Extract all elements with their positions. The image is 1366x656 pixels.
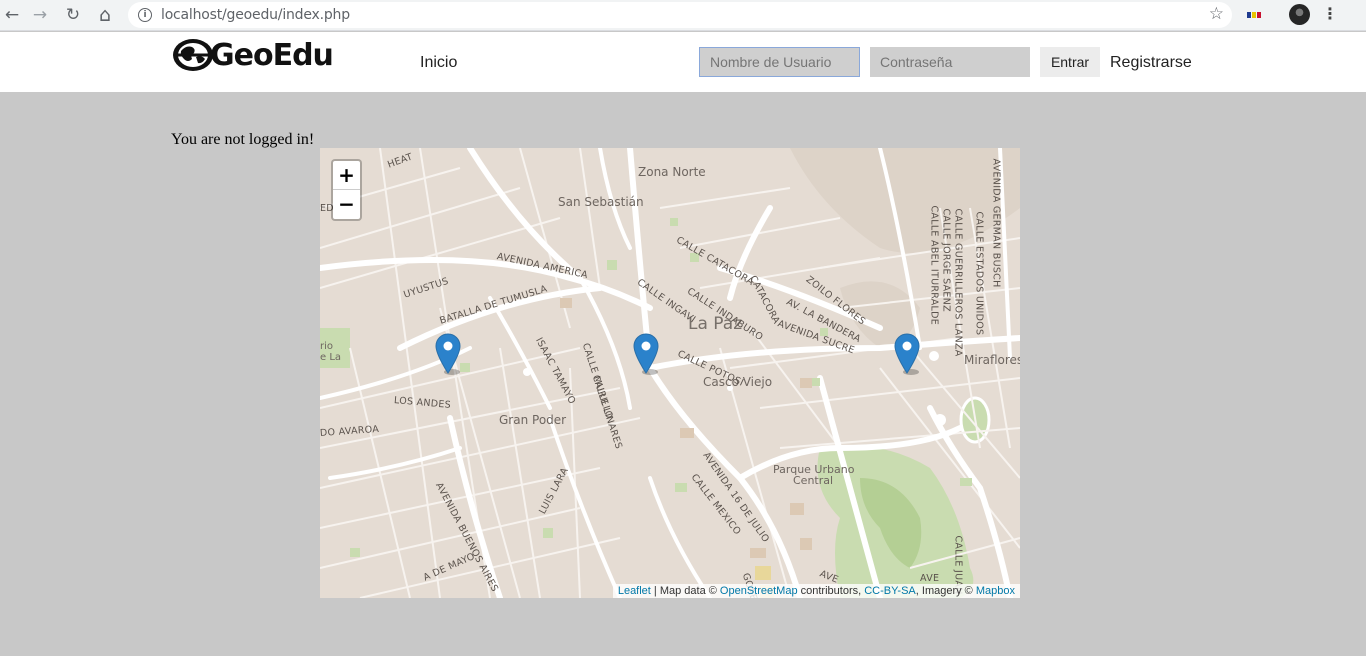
nav-link-inicio[interactable]: Inicio — [420, 54, 457, 72]
geoedu-logo[interactable]: GeoEdu — [172, 35, 334, 75]
globe-icon — [172, 37, 214, 73]
map-label-san-sebastian: San Sebastián — [558, 195, 644, 209]
map-pin-icon — [633, 333, 659, 375]
map-label-la: e La — [320, 352, 342, 363]
map-label-zona-norte: Zona Norte — [638, 165, 706, 179]
street-label-ave-2: AVE — [920, 573, 940, 584]
password-input[interactable] — [870, 47, 1030, 77]
leaflet-link[interactable]: Leaflet — [618, 585, 651, 597]
extension-icon[interactable] — [1247, 9, 1261, 21]
mapbox-link[interactable]: Mapbox — [976, 585, 1015, 597]
back-icon[interactable]: ← — [0, 4, 24, 26]
map-marker[interactable] — [894, 333, 920, 375]
zoom-control: + − — [331, 159, 362, 221]
site-header: GeoEdu Inicio Entrar Registrarse — [0, 32, 1366, 92]
reload-icon[interactable]: ↻ — [61, 4, 85, 26]
attribution-text-3: , Imagery © — [915, 585, 976, 597]
username-input[interactable] — [699, 47, 860, 77]
register-link[interactable]: Registrarse — [1110, 54, 1192, 72]
map-pin-icon — [435, 333, 461, 375]
street-label-abel: CALLE ABEL ITURRALDE — [928, 205, 940, 326]
attribution-text-2: contributors, — [797, 585, 865, 597]
bookmark-star-icon[interactable]: ☆ — [1209, 4, 1224, 24]
openstreetmap-link[interactable]: OpenStreetMap — [720, 585, 798, 597]
address-bar[interactable]: i localhost/geoedu/index.php ☆ — [128, 2, 1232, 28]
login-status-message: You are not logged in! — [171, 131, 315, 148]
street-label-german-busch: AVENIDA GERMAN BUSCH — [990, 158, 1002, 288]
street-label-guerrilleros: CALLE GUERRILLEROS LANZA — [952, 208, 964, 357]
forward-icon[interactable]: → — [28, 4, 52, 26]
street-label-jorge-saenz: CALLE JORGE SAENZ — [940, 208, 952, 312]
logo-text: GeoEdu — [210, 37, 334, 73]
profile-avatar[interactable] — [1289, 4, 1310, 25]
map-label-central: Central — [793, 474, 834, 487]
map-attribution: Leaflet | Map data © OpenStreetMap contr… — [612, 584, 1020, 598]
map-label-miraflores: Miraflores — [964, 353, 1020, 367]
home-icon[interactable]: ⌂ — [93, 4, 117, 26]
zoom-in-button[interactable]: + — [333, 161, 360, 190]
street-label-estados-unidos: CALLE ESTADOS UNIDOS — [973, 211, 985, 336]
license-link[interactable]: CC-BY-SA — [864, 585, 916, 597]
map-marker[interactable] — [633, 333, 659, 375]
map-container[interactable]: Zona Norte San Sebastián La Paz Casco Vi… — [320, 148, 1020, 598]
info-icon[interactable]: i — [138, 8, 152, 22]
login-button[interactable]: Entrar — [1040, 47, 1100, 77]
url-text[interactable]: localhost/geoedu/index.php — [161, 7, 350, 23]
map-pin-icon — [894, 333, 920, 375]
map-marker[interactable] — [435, 333, 461, 375]
browser-menu-icon[interactable]: ⋮ — [1322, 4, 1338, 23]
map-label-rio: rio — [320, 341, 334, 352]
map-label-gran-poder: Gran Poder — [499, 413, 567, 427]
zoom-out-button[interactable]: − — [333, 190, 360, 219]
attribution-text-1: | Map data © — [650, 585, 720, 597]
browser-toolbar: ← → ↻ ⌂ i localhost/geoedu/index.php ☆ ⋮ — [0, 0, 1366, 31]
